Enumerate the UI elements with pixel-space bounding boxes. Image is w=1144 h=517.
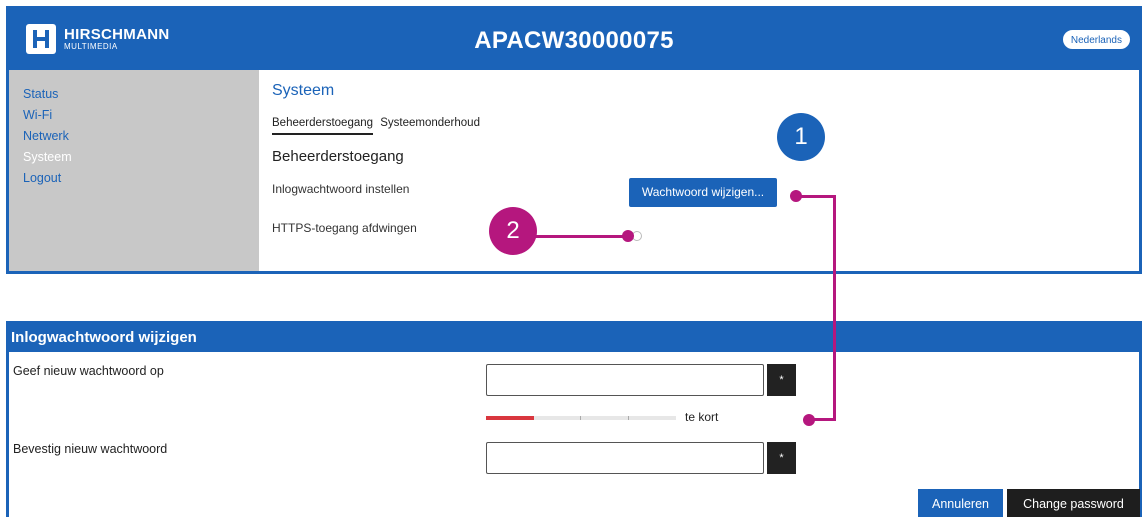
https-label: HTTPS-toegang afdwingen — [272, 221, 417, 235]
annotation-dot-2 — [622, 230, 634, 242]
sidebar-item-wifi[interactable]: Wi-Fi — [23, 105, 259, 126]
strength-text: te kort — [685, 410, 719, 424]
annotation-connector-1a — [796, 195, 836, 198]
strength-fill — [486, 416, 534, 420]
confirm-password-label: Bevestig nieuw wachtwoord — [13, 442, 168, 456]
tab-beheerderstoegang[interactable]: Beheerderstoegang — [272, 117, 374, 135]
sidebar-item-status[interactable]: Status — [23, 84, 259, 105]
change-password-dialog: Inlogwachtwoord wijzigen Geef nieuw wach… — [6, 321, 1142, 517]
tab-systeemonderhoud[interactable]: Systeemonderhoud — [380, 117, 480, 133]
router-admin-frame: HIRSCHMANN MULTIMEDIA APACW30000075 Nede… — [6, 6, 1142, 274]
sidebar-nav: Status Wi-Fi Netwerk Systeem Logout — [9, 70, 259, 271]
password-strength-meter — [486, 416, 676, 420]
annotation-connector-2 — [532, 235, 628, 238]
main-panel: Systeem Beheerderstoegang Systeemonderho… — [259, 70, 1139, 271]
sidebar-item-netwerk[interactable]: Netwerk — [23, 126, 259, 147]
password-setting-label: Inlogwachtwoord instellen — [272, 182, 410, 196]
annotation-dot-1b — [803, 414, 815, 426]
section-heading: Beheerderstoegang — [272, 148, 404, 165]
new-password-label: Geef nieuw wachtwoord op — [13, 364, 164, 378]
annotation-marker-1: 1 — [777, 113, 825, 161]
annotation-connector-1b — [833, 195, 836, 421]
annotation-connector-1c — [812, 418, 836, 421]
sidebar-item-systeem[interactable]: Systeem — [23, 147, 259, 168]
change-password-button[interactable]: Wachtwoord wijzigen... — [629, 178, 777, 207]
subtab-bar: Beheerderstoegang Systeemonderhoud — [272, 117, 484, 135]
new-password-input[interactable] — [486, 364, 764, 396]
annotation-marker-2: 2 — [489, 207, 537, 255]
reveal-new-password-button[interactable]: * — [767, 364, 796, 396]
page-title: Systeem — [272, 82, 335, 99]
device-title: APACW30000075 — [474, 27, 674, 54]
sidebar-item-logout[interactable]: Logout — [23, 168, 259, 189]
header-bar: HIRSCHMANN MULTIMEDIA APACW30000075 Nede… — [9, 9, 1139, 70]
confirm-password-input[interactable] — [486, 442, 764, 474]
change-password-submit-button[interactable]: Change password — [1007, 489, 1140, 517]
dialog-title: Inlogwachtwoord wijzigen — [6, 321, 1142, 352]
language-button[interactable]: Nederlands — [1061, 29, 1131, 50]
cancel-button[interactable]: Annuleren — [918, 489, 1003, 517]
reveal-confirm-password-button[interactable]: * — [767, 442, 796, 474]
